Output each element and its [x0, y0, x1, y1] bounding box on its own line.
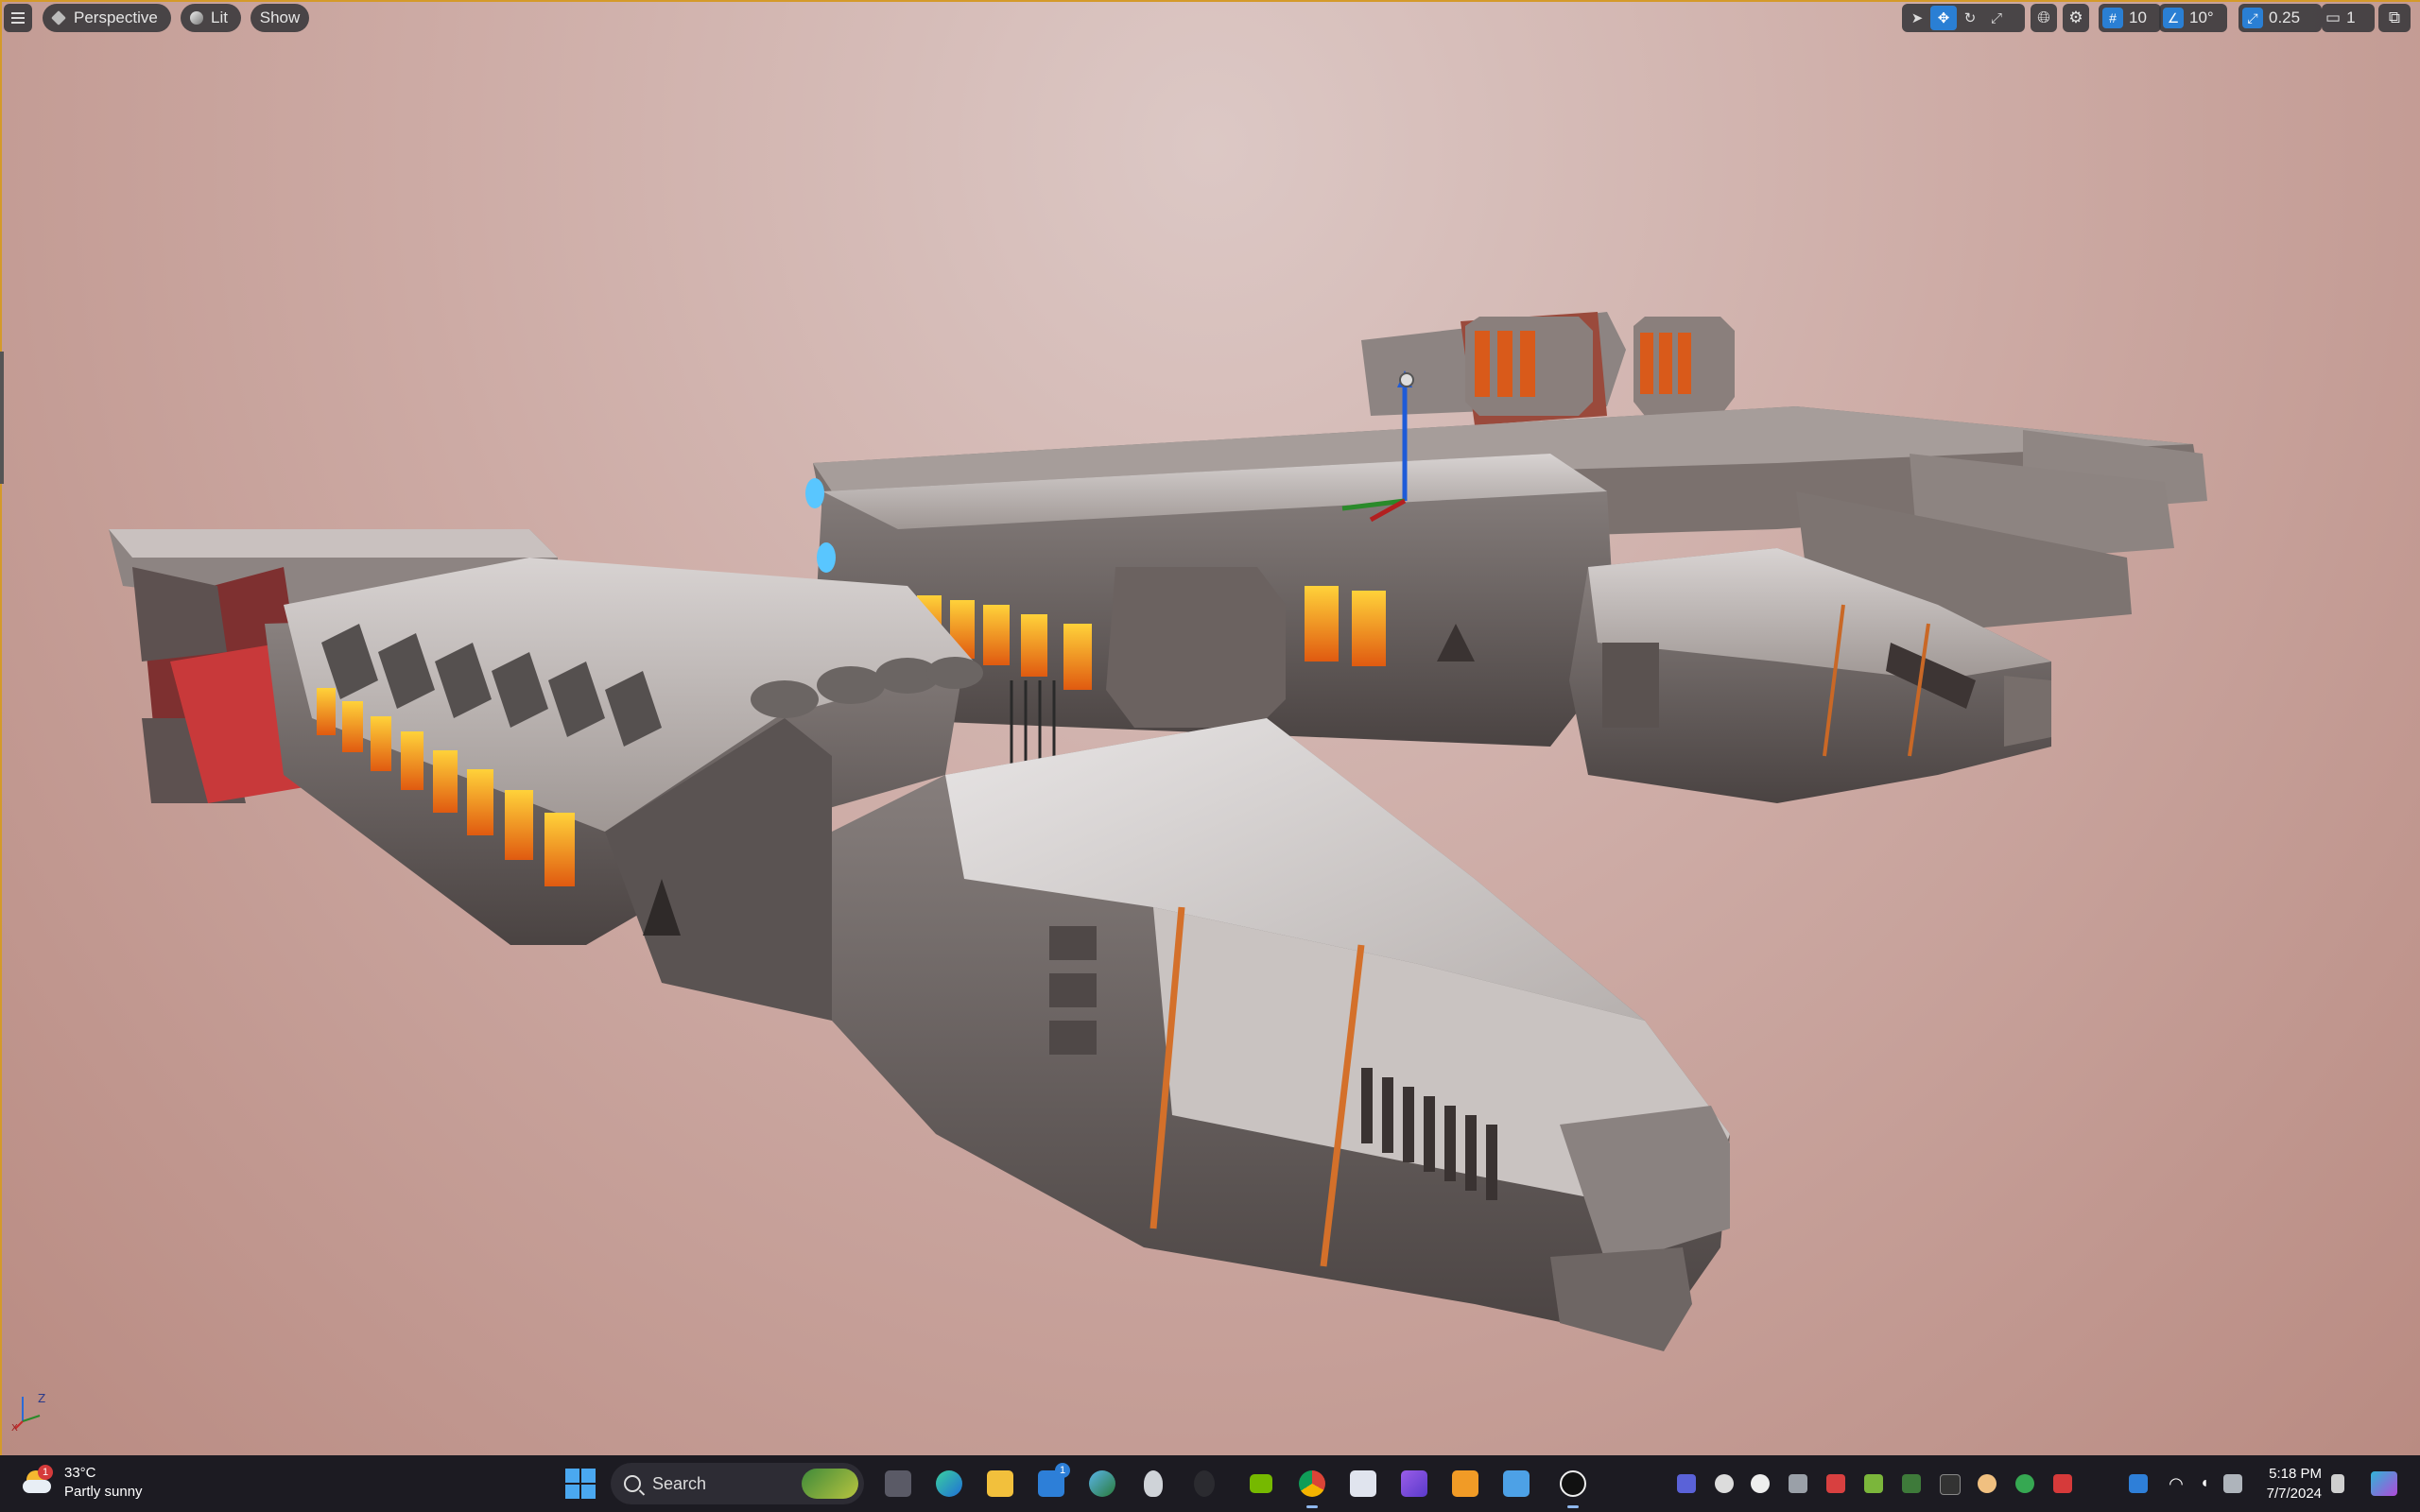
partly-sunny-icon: 1	[21, 1469, 55, 1497]
shield-tray-icon[interactable]	[2015, 1474, 2034, 1493]
select-tool-icon[interactable]: ➤	[1904, 6, 1930, 30]
world-axis-indicator: Z X	[11, 1387, 55, 1431]
axis-x-label: X	[11, 1423, 18, 1431]
globe-icon: 🌐︎	[2037, 9, 2050, 27]
rotation-snap-control[interactable]: ∠ 10°	[2159, 4, 2227, 32]
notification-bell-icon[interactable]	[2331, 1474, 2344, 1493]
nvidia-tray-icon[interactable]	[1864, 1474, 1883, 1493]
chrome-icon[interactable]	[1293, 1465, 1331, 1503]
show-flags-button[interactable]: Show	[251, 4, 309, 32]
system-clock[interactable]: 5:18 PM 7/7/2024	[2261, 1464, 2322, 1503]
perspective-view-button[interactable]: Perspective	[43, 4, 171, 32]
rotate-tool-icon[interactable]: ↻	[1957, 6, 1983, 30]
cloud-tray-icon[interactable]	[1789, 1474, 1807, 1493]
defender-tray-icon[interactable]	[2129, 1474, 2148, 1493]
task-view-icon[interactable]	[879, 1465, 917, 1503]
scale-snap-control[interactable]: ⤢ 0.25	[2238, 4, 2322, 32]
cube-icon	[51, 10, 66, 26]
grammarly-tray-icon[interactable]	[1751, 1474, 1770, 1493]
lit-sphere-icon	[190, 11, 203, 25]
start-button[interactable]	[565, 1469, 596, 1499]
alert-tray-icon[interactable]	[1826, 1474, 1845, 1493]
color-tray-icon[interactable]	[1978, 1474, 1996, 1493]
volume-icon[interactable]: ◖	[2195, 1474, 2214, 1493]
clock-time: 5:18 PM	[2261, 1464, 2322, 1484]
transform-tools-group: ➤ ✥ ↻ ⤢	[1902, 4, 2025, 32]
weather-condition: Partly sunny	[64, 1483, 143, 1502]
earth-app-icon[interactable]	[1083, 1465, 1121, 1503]
scale-snap-value: 0.25	[2269, 9, 2300, 27]
scale-tool-icon[interactable]: ⤢	[1983, 6, 2010, 30]
terminal-tray-icon[interactable]	[1940, 1474, 1961, 1495]
clock-date: 7/7/2024	[2261, 1484, 2322, 1503]
world-local-toggle[interactable]: 🌐︎	[2031, 4, 2057, 32]
viewport-side-handle[interactable]	[0, 352, 4, 484]
clipchamp-icon[interactable]	[1395, 1465, 1433, 1503]
weather-badge: 1	[38, 1465, 53, 1480]
sublime-text-icon[interactable]	[1446, 1465, 1484, 1503]
level-viewport[interactable]: Perspective Lit Show ➤ ✥ ↻ ⤢ 🌐︎ ⚙︎ # 10 …	[0, 0, 2420, 1455]
taskbar-search[interactable]: Search	[611, 1463, 864, 1504]
translate-tool-icon[interactable]: ✥	[1930, 6, 1957, 30]
search-label: Search	[652, 1474, 706, 1494]
grid-icon: #	[2102, 8, 2123, 28]
microsoft-store-icon[interactable]: 1	[1032, 1465, 1070, 1503]
store-badge: 1	[1055, 1463, 1070, 1478]
file-explorer-icon[interactable]	[981, 1465, 1019, 1503]
hamburger-icon	[11, 17, 25, 19]
nvidia-icon[interactable]	[1242, 1465, 1280, 1503]
camera-icon: ▭	[2325, 9, 2341, 27]
search-highlight-art	[802, 1469, 858, 1499]
maximize-viewport-button[interactable]: ⧉	[2378, 4, 2411, 32]
camera-speed-value: 1	[2346, 9, 2355, 27]
surface-snap-icon: ⚙︎	[2068, 9, 2083, 27]
show-label: Show	[260, 9, 301, 27]
weather-temperature: 33°C	[64, 1464, 143, 1483]
scale-arrow-icon: ⤢	[2242, 8, 2263, 28]
battery-icon[interactable]	[2223, 1474, 2242, 1493]
angle-icon: ∠	[2163, 8, 2184, 28]
spaceship-model-render[interactable]	[0, 0, 2420, 1455]
lit-label: Lit	[211, 9, 228, 27]
xbox-tray-icon[interactable]	[1715, 1474, 1734, 1493]
perspective-label: Perspective	[74, 9, 158, 27]
notepad-icon[interactable]	[1497, 1465, 1535, 1503]
teams-tray-icon[interactable]	[1677, 1474, 1696, 1493]
camera-speed-control[interactable]: ▭ 1	[2322, 4, 2375, 32]
maximize-icon: ⧉	[2389, 9, 2400, 27]
security-tray-icon[interactable]	[2053, 1474, 2072, 1493]
grid-snap-value: 10	[2129, 9, 2147, 27]
alienware-icon[interactable]	[1134, 1465, 1172, 1503]
edge-browser-icon[interactable]	[930, 1465, 968, 1503]
search-icon	[624, 1475, 641, 1492]
dark-app-icon[interactable]	[1185, 1465, 1223, 1503]
grid-snap-control[interactable]: # 10	[2099, 4, 2161, 32]
app-tray-icon[interactable]	[1902, 1474, 1921, 1493]
copilot-icon[interactable]	[2371, 1471, 2397, 1496]
wifi-icon[interactable]: ◠	[2167, 1474, 2186, 1493]
axis-z-label: Z	[38, 1392, 45, 1405]
weather-widget[interactable]: 1 33°C Partly sunny	[21, 1464, 143, 1502]
snipping-tool-icon[interactable]	[1344, 1465, 1382, 1503]
unreal-engine-icon[interactable]	[1554, 1465, 1592, 1503]
view-mode-lit-button[interactable]: Lit	[181, 4, 241, 32]
surface-snapping-toggle[interactable]: ⚙︎	[2063, 4, 2089, 32]
rotation-snap-value: 10°	[2189, 9, 2214, 27]
viewport-options-menu-button[interactable]	[4, 4, 32, 32]
windows-taskbar: 1 33°C Partly sunny Search 1 ◠ ◖	[0, 1455, 2420, 1512]
